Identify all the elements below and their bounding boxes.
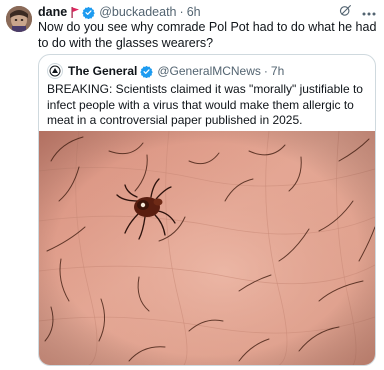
quoted-post-header: The General @GeneralMCNews · 7h — [47, 63, 367, 79]
quoted-author-handle[interactable]: @GeneralMCNews — [157, 64, 261, 78]
post-text: Now do you see why comrade Pol Pot had t… — [38, 20, 377, 50]
quoted-author-name[interactable]: The General — [68, 64, 137, 78]
quoted-post-text: BREAKING: Scientists claimed it was "mor… — [47, 82, 363, 127]
post-time[interactable]: 6h — [187, 5, 201, 19]
avatar-photo — [6, 6, 32, 32]
red-flag-icon — [71, 6, 80, 18]
author-handle[interactable]: @buckadeath — [99, 5, 176, 19]
tick-photo — [39, 131, 375, 365]
author-avatar[interactable] — [6, 6, 32, 32]
news-logo-icon[interactable] — [47, 63, 63, 79]
quoted-meta-separator: · — [263, 64, 268, 78]
author-name[interactable]: dane — [38, 5, 67, 19]
meta-separator: · — [179, 5, 184, 19]
post-actions — [339, 4, 376, 20]
post-header: dane @buckadeath · 6h — [38, 4, 376, 20]
verified-badge-icon — [140, 65, 154, 78]
quoted-post-media[interactable] — [39, 131, 375, 365]
verified-badge-icon — [82, 6, 95, 19]
quoted-post[interactable]: The General @GeneralMCNews · 7h BREAKING… — [38, 54, 376, 366]
quoted-post-time[interactable]: 7h — [271, 64, 284, 78]
grok-icon[interactable] — [339, 4, 352, 20]
more-icon[interactable] — [362, 5, 376, 19]
